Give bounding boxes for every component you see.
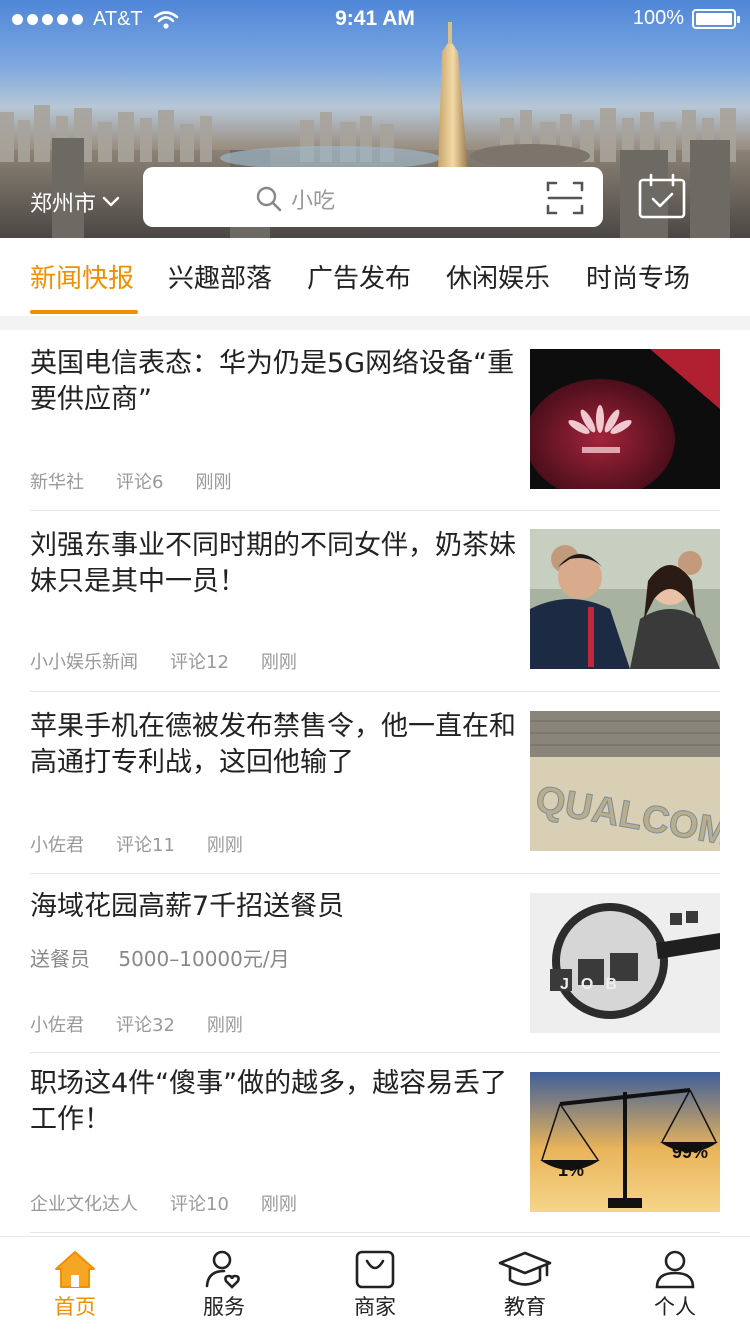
nav-merchant[interactable]: 商家 [320, 1249, 430, 1321]
divider [30, 1052, 720, 1053]
checkin-icon[interactable] [637, 172, 687, 220]
qualcomm-sign-image: QUALCOMM [530, 711, 720, 851]
news-meta: 企业文化达人 评论10 刚刚 [30, 1190, 297, 1216]
news-title: 苹果手机在德被发布禁售令，他一直在和高通打专利战，这回他输了 [30, 711, 516, 778]
nav-profile[interactable]: 个人 [620, 1249, 730, 1321]
news-meta: 小佐君 评论32 刚刚 [30, 1011, 243, 1037]
news-title: 英国电信表态：华为仍是5G网络设备“重要供应商” [30, 348, 515, 415]
nav-label: 商家 [354, 1295, 396, 1319]
job-subtitle: 送餐员 5000–10000元/月 [30, 943, 290, 972]
nav-education[interactable]: 教育 [470, 1249, 580, 1321]
battery-icon [692, 8, 740, 29]
news-time: 刚刚 [260, 652, 297, 673]
tab-interest-tribe[interactable]: 兴趣部落 [168, 258, 272, 295]
search-placeholder: 小吃 [291, 189, 336, 214]
search-icon [256, 186, 282, 212]
news-comments: 评论12 [170, 652, 229, 673]
nav-label: 个人 [654, 1295, 696, 1319]
nav-home[interactable]: 首页 [20, 1249, 130, 1321]
bottom-navigation: 首页 服务 商家 教育 个人 [0, 1236, 750, 1334]
section-divider [0, 316, 750, 330]
graduation-cap-icon [498, 1251, 552, 1286]
news-meta: 小佐君 评论11 刚刚 [30, 831, 243, 857]
news-comments: 评论32 [116, 1015, 175, 1036]
header-banner: AT&T 9:41 AM 100% 郑州市 小吃 [0, 0, 750, 238]
job-dice-text: JOB [560, 976, 629, 993]
news-source: 小佐君 [30, 835, 84, 856]
nav-label: 服务 [203, 1295, 245, 1319]
job-role: 送餐员 [30, 947, 90, 971]
divider [30, 873, 720, 874]
news-meta: 新华社 评论6 刚刚 [30, 468, 231, 494]
news-time: 刚刚 [206, 1015, 243, 1036]
nav-service[interactable]: 服务 [169, 1249, 279, 1321]
balance-scale-image: 1% 99% [530, 1072, 720, 1212]
news-comments: 评论10 [170, 1194, 229, 1215]
divider [30, 510, 720, 511]
job-magnifier-image: JOB [530, 893, 720, 1033]
news-title: 职场这4件“傻事”做的越多，越容易丢了工作！ [30, 1068, 508, 1135]
scale-left-label: 1% [558, 1160, 584, 1180]
tab-leisure[interactable]: 休闲娱乐 [446, 258, 550, 295]
status-bar: AT&T 9:41 AM 100% [0, 0, 750, 40]
scan-icon[interactable] [545, 179, 585, 217]
tab-ad-posting[interactable]: 广告发布 [307, 258, 411, 295]
news-time: 刚刚 [206, 835, 243, 856]
tab-fashion[interactable]: 时尚专场 [586, 258, 690, 295]
scale-right-label: 99% [672, 1142, 708, 1162]
job-salary: 5000–10000元/月 [118, 947, 290, 971]
news-comments: 评论6 [116, 472, 164, 493]
tab-news-flash[interactable]: 新闻快报 [30, 258, 134, 295]
nav-label: 首页 [54, 1295, 96, 1319]
news-meta: 小小娱乐新闻 评论12 刚刚 [30, 648, 297, 674]
bag-icon [355, 1250, 395, 1289]
category-tabs: 新闻快报 兴趣部落 广告发布 休闲娱乐 时尚专场 [0, 238, 750, 316]
search-bar[interactable]: 小吃 [143, 167, 603, 227]
user-icon [655, 1250, 695, 1289]
divider [30, 1232, 720, 1233]
news-title: 刘强东事业不同时期的不同女伴，奶茶妹妹只是其中一员！ [30, 530, 516, 597]
battery-percent: 100% [632, 7, 684, 29]
news-title: 海域花园高薪7千招送餐员 [30, 891, 345, 922]
home-icon [55, 1251, 95, 1288]
city-selector[interactable]: 郑州市 [30, 186, 120, 218]
news-source: 企业文化达人 [30, 1194, 138, 1215]
news-source: 新华社 [30, 472, 84, 493]
news-time: 刚刚 [260, 1194, 297, 1215]
nav-label: 教育 [504, 1295, 546, 1319]
news-source: 小佐君 [30, 1015, 84, 1036]
active-tab-indicator [30, 310, 138, 314]
city-label: 郑州市 [30, 192, 97, 217]
chevron-down-icon [102, 196, 120, 207]
couple-photo-image [530, 529, 720, 669]
divider [30, 691, 720, 692]
service-icon [205, 1250, 240, 1289]
huawei-logo-image [530, 349, 720, 489]
news-comments: 评论11 [116, 835, 175, 856]
news-time: 刚刚 [195, 472, 232, 493]
news-source: 小小娱乐新闻 [30, 652, 138, 673]
